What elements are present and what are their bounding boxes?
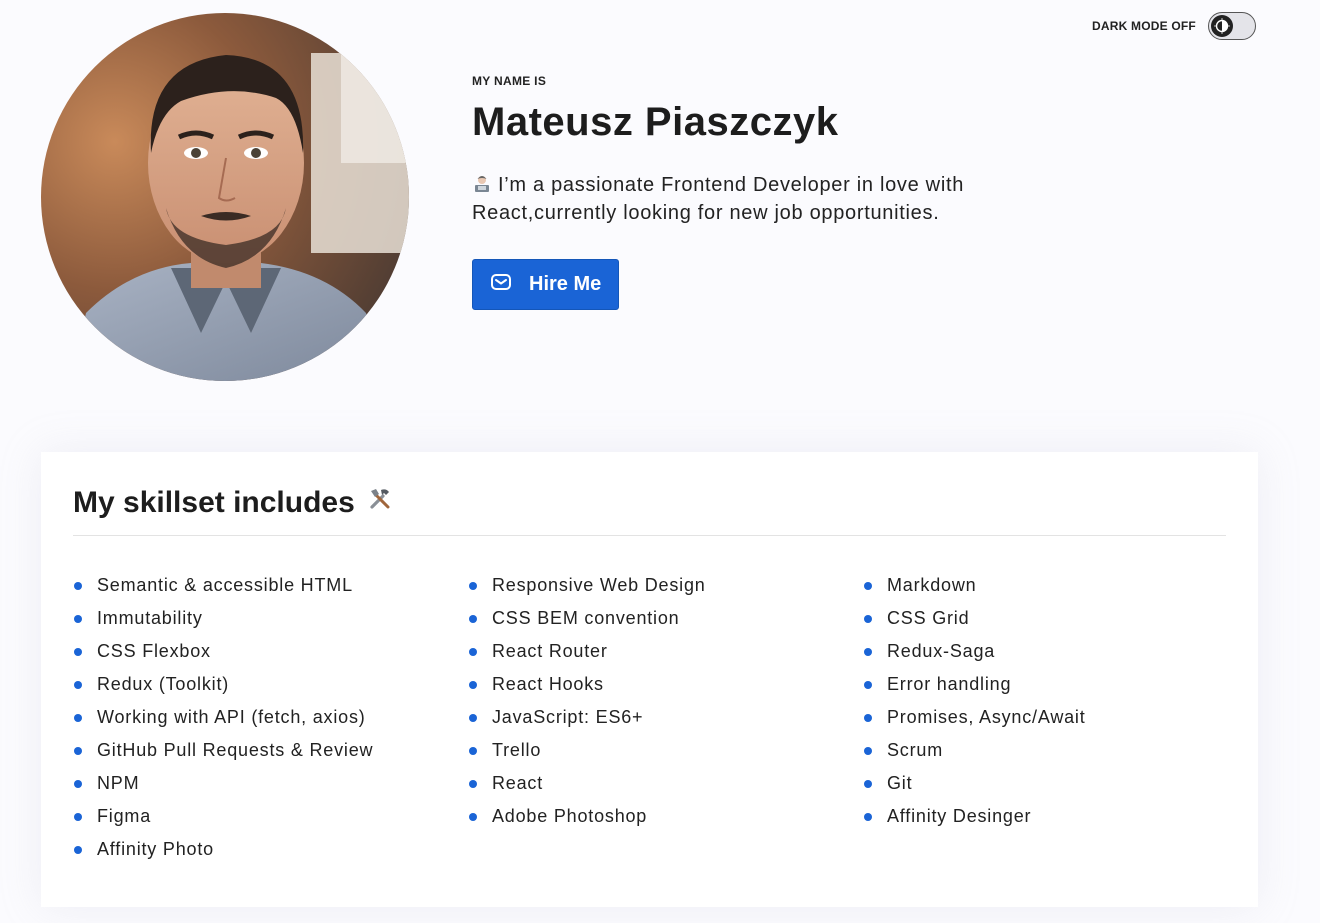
technologist-emoji <box>472 174 492 194</box>
bullet-dot <box>469 680 477 689</box>
skills-heading: My skillset includes <box>73 482 1226 524</box>
profile-name: Mateusz Piaszczyk <box>472 100 839 144</box>
dark-mode-label: DARK MODE OFF <box>1092 19 1196 33</box>
skill-item: CSS Grid <box>863 602 1226 635</box>
skill-item: Figma <box>73 800 468 833</box>
skill-item: Affinity Photo <box>73 833 468 866</box>
name-eyebrow: MY NAME IS <box>472 74 547 88</box>
skill-label: React Hooks <box>492 674 604 694</box>
skill-label: JavaScript: ES6+ <box>492 707 644 727</box>
skill-item: React Router <box>468 635 863 668</box>
skill-label: NPM <box>97 773 140 793</box>
skill-label: Figma <box>97 806 152 826</box>
bullet-dot <box>74 845 82 854</box>
skill-label: Redux (Toolkit) <box>97 674 230 694</box>
skill-label: React Router <box>492 641 608 661</box>
skill-label: Affinity Desinger <box>887 806 1032 826</box>
skill-item: Immutability <box>73 602 468 635</box>
skill-item: Error handling <box>863 668 1226 701</box>
skill-label: Error handling <box>887 674 1012 694</box>
bullet-dot <box>864 647 872 656</box>
skill-item: Adobe Photoshop <box>468 800 863 833</box>
skills-grid: Semantic & accessible HTML Immutability CS… <box>73 569 1226 866</box>
intro-section: MY NAME IS Mateusz Piaszczyk I’m a passi… <box>472 74 1072 310</box>
bullet-dot <box>469 581 477 590</box>
skill-label: Adobe Photoshop <box>492 806 648 826</box>
bullet-dot <box>74 746 82 755</box>
skill-label: CSS BEM convention <box>492 608 680 628</box>
bullet-dot <box>864 713 872 722</box>
skill-label: Semantic & accessible HTML <box>97 575 353 595</box>
bullet-dot <box>74 614 82 623</box>
skill-item: GitHub Pull Requests & Review <box>73 734 468 767</box>
skill-item: Redux (Toolkit) <box>73 668 468 701</box>
skill-item: Scrum <box>863 734 1226 767</box>
skill-item: Git <box>863 767 1226 800</box>
hire-me-label: Hire Me <box>529 273 602 295</box>
contrast-icon <box>1210 15 1233 37</box>
bullet-dot <box>74 647 82 656</box>
tools-icon <box>367 486 393 520</box>
skill-item: Working with API (fetch, axios) <box>73 701 468 734</box>
bullet-dot <box>469 713 477 722</box>
skill-label: Promises, Async/Await <box>887 707 1086 727</box>
portfolio-page: DARK MODE OFF MY NAME IS Mateusz Piaszcz… <box>0 0 1320 923</box>
skills-title: My skillset includes <box>73 486 355 519</box>
skill-label: React <box>492 773 544 793</box>
bio-text: I’m a passionate Frontend Developer in l… <box>472 171 1032 227</box>
skill-item: Promises, Async/Await <box>863 701 1226 734</box>
skills-card: My skillset includes Semantic & accessib… <box>41 452 1258 907</box>
skill-item: Trello <box>468 734 863 767</box>
skill-item: Redux-Saga <box>863 635 1226 668</box>
bullet-dot <box>864 614 872 623</box>
skill-label: Redux-Saga <box>887 641 996 661</box>
skill-label: Working with API (fetch, axios) <box>97 707 366 727</box>
skills-column-3: Markdown CSS Grid Redux-Saga Error handling… <box>863 569 1226 866</box>
bullet-dot <box>74 713 82 722</box>
skill-item: React <box>468 767 863 800</box>
skill-item: React Hooks <box>468 668 863 701</box>
skill-item: CSS Flexbox <box>73 635 468 668</box>
skill-label: Responsive Web Design <box>492 575 706 595</box>
bullet-dot <box>864 581 872 590</box>
mail-icon <box>489 270 513 300</box>
hire-me-button[interactable]: Hire Me <box>472 259 620 310</box>
skill-label: Immutability <box>97 608 203 628</box>
skill-item: Markdown <box>863 569 1226 602</box>
dark-mode-toggle[interactable] <box>1207 12 1256 40</box>
skill-label: CSS Flexbox <box>97 641 211 661</box>
bullet-dot <box>469 647 477 656</box>
bullet-dot <box>469 812 477 821</box>
skill-item: CSS BEM convention <box>468 602 863 635</box>
bullet-dot <box>864 746 872 755</box>
profile-photo <box>41 13 409 381</box>
bullet-dot <box>74 779 82 788</box>
skill-label: GitHub Pull Requests & Review <box>97 740 374 760</box>
dark-mode-switch: DARK MODE OFF <box>1092 12 1256 40</box>
skills-column-1: Semantic & accessible HTML Immutability CS… <box>73 569 468 866</box>
bullet-dot <box>864 812 872 821</box>
bullet-dot <box>469 614 477 623</box>
bullet-dot <box>864 779 872 788</box>
skill-label: Scrum <box>887 740 944 760</box>
bullet-dot <box>469 746 477 755</box>
skill-label: Trello <box>492 740 542 760</box>
skill-label: Markdown <box>887 575 977 595</box>
skills-column-2: Responsive Web Design CSS BEM convention R… <box>468 569 863 866</box>
skill-item: JavaScript: ES6+ <box>468 701 863 734</box>
bullet-dot <box>74 680 82 689</box>
bullet-dot <box>74 581 82 590</box>
skill-label: Affinity Photo <box>97 839 214 859</box>
skill-label: Git <box>887 773 913 793</box>
skills-divider <box>73 535 1226 536</box>
skill-item: Responsive Web Design <box>468 569 863 602</box>
bullet-dot <box>864 680 872 689</box>
bio-sentence: I’m a passionate Frontend Developer in l… <box>472 174 965 224</box>
skill-label: CSS Grid <box>887 608 970 628</box>
skill-item: NPM <box>73 767 468 800</box>
bullet-dot <box>469 779 477 788</box>
skill-item: Semantic & accessible HTML <box>73 569 468 602</box>
skill-item: Affinity Desinger <box>863 800 1226 833</box>
bullet-dot <box>74 812 82 821</box>
